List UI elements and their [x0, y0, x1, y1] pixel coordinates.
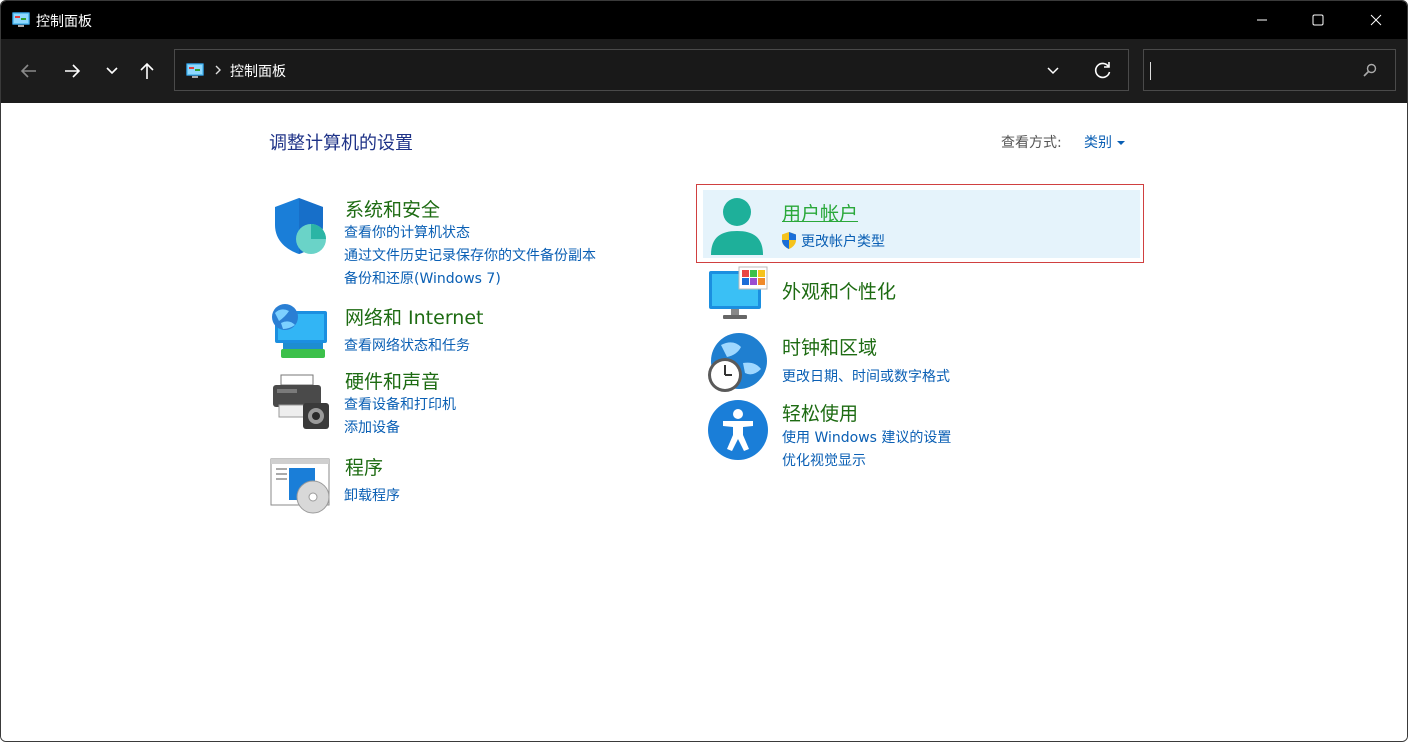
arrow-right-icon: [65, 64, 81, 78]
refresh-icon: [1094, 62, 1111, 79]
maximize-button[interactable]: [1295, 1, 1341, 39]
view-by-value[interactable]: 类别: [1084, 135, 1112, 151]
refresh-button[interactable]: [1093, 60, 1113, 84]
view-by-dropdown[interactable]: 类别: [1084, 132, 1125, 152]
link-change-account-type[interactable]: 更改帐户类型: [801, 231, 885, 251]
category-title[interactable]: 用户帐户: [782, 199, 858, 226]
recent-locations-button[interactable]: [97, 56, 127, 86]
category-title[interactable]: 系统和安全: [345, 195, 440, 222]
control-panel-icon: [12, 12, 30, 32]
window-title: 控制面板: [36, 14, 92, 30]
navigation-bar: 控制面板: [1, 39, 1407, 103]
title-bar: 控制面板: [1, 1, 1407, 39]
breadcrumb-control-panel[interactable]: 控制面板: [230, 61, 286, 81]
dropdown-arrow-icon: [1117, 141, 1125, 145]
search-input[interactable]: [1143, 49, 1396, 91]
accessibility-icon[interactable]: [707, 399, 771, 463]
category-title[interactable]: 程序: [345, 453, 383, 480]
category-title[interactable]: 时钟和区域: [782, 333, 877, 360]
arrow-up-icon: [140, 62, 154, 79]
link-network-status[interactable]: 查看网络状态和任务: [344, 335, 470, 355]
back-button[interactable]: [14, 56, 44, 86]
link-change-date-time[interactable]: 更改日期、时间或数字格式: [782, 366, 950, 386]
link-devices-printers[interactable]: 查看设备和打印机: [344, 394, 456, 414]
link-optimize-visual[interactable]: 优化视觉显示: [782, 450, 866, 470]
page-title: 调整计算机的设置: [269, 133, 413, 154]
search-icon[interactable]: [1362, 62, 1378, 82]
chevron-down-icon: [1047, 67, 1059, 75]
link-windows-recommended[interactable]: 使用 Windows 建议的设置: [782, 427, 951, 447]
text-caret: [1150, 62, 1151, 80]
monitor-icon[interactable]: [707, 265, 771, 329]
control-panel-window: 控制面板 控制面板 调整计算机的设置 查看方式: 类别 系统和安全 查看你的计算…: [0, 0, 1408, 742]
printer-icon[interactable]: [269, 367, 333, 431]
programs-icon[interactable]: [269, 453, 333, 517]
close-button[interactable]: [1353, 1, 1399, 39]
category-title[interactable]: 外观和个性化: [782, 277, 896, 304]
category-title[interactable]: 轻松使用: [782, 399, 858, 426]
arrow-left-icon: [20, 64, 36, 78]
chevron-down-icon: [106, 67, 118, 75]
link-backup-restore[interactable]: 备份和还原(Windows 7): [344, 268, 501, 288]
address-dropdown-button[interactable]: [1045, 62, 1061, 82]
clock-globe-icon[interactable]: [707, 333, 771, 397]
network-icon[interactable]: [269, 303, 333, 367]
category-title[interactable]: 网络和 Internet: [345, 303, 483, 330]
breadcrumb-separator-icon[interactable]: [213, 62, 223, 82]
control-panel-icon: [185, 63, 205, 83]
shield-icon[interactable]: [269, 195, 333, 259]
address-bar[interactable]: 控制面板: [174, 49, 1129, 91]
view-by-label: 查看方式:: [1001, 135, 1062, 151]
link-file-history[interactable]: 通过文件历史记录保存你的文件备份副本: [344, 245, 596, 265]
forward-button[interactable]: [57, 56, 87, 86]
up-button[interactable]: [132, 56, 162, 86]
link-uninstall-program[interactable]: 卸载程序: [344, 485, 400, 505]
category-title[interactable]: 硬件和声音: [345, 367, 440, 394]
link-add-device[interactable]: 添加设备: [344, 417, 400, 437]
content-area: 调整计算机的设置 查看方式: 类别 系统和安全 查看你的计算机状态 通过文件历史…: [1, 103, 1407, 741]
uac-shield-icon: [780, 231, 798, 254]
link-view-computer-status[interactable]: 查看你的计算机状态: [344, 222, 470, 242]
user-icon[interactable]: [707, 195, 771, 259]
minimize-button[interactable]: [1239, 1, 1285, 39]
